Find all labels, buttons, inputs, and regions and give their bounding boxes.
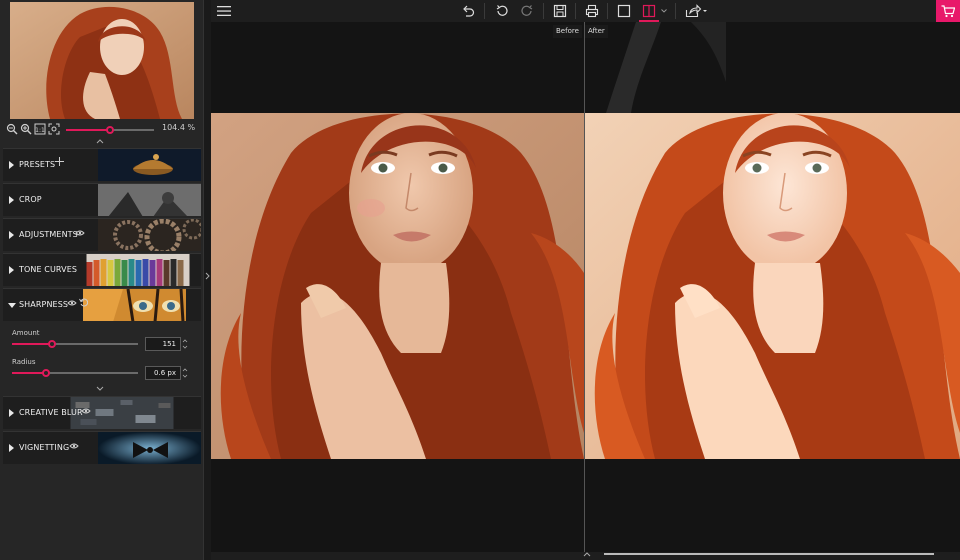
before-label: Before bbox=[553, 25, 582, 38]
section-expand-icon[interactable] bbox=[9, 266, 14, 274]
section-collapse-icon[interactable] bbox=[8, 303, 16, 308]
crop-thumbnail bbox=[98, 184, 201, 216]
single-view-icon bbox=[617, 4, 631, 18]
reset-icon[interactable] bbox=[79, 298, 89, 310]
amount-spinner[interactable] bbox=[182, 337, 188, 351]
actual-size-icon[interactable]: 1:1 bbox=[34, 123, 46, 135]
section-label: CREATIVE BLUR bbox=[19, 408, 83, 417]
section-tone-curves[interactable]: TONE CURVES bbox=[3, 253, 201, 286]
single-view-button[interactable] bbox=[614, 1, 634, 21]
section-expand-icon[interactable] bbox=[9, 231, 14, 239]
after-photo bbox=[585, 113, 960, 459]
save-button[interactable] bbox=[550, 1, 570, 21]
horizontal-scrollbar[interactable] bbox=[604, 553, 934, 555]
watermark bbox=[606, 22, 726, 113]
add-preset-icon[interactable] bbox=[55, 157, 64, 169]
menu-button[interactable] bbox=[214, 1, 234, 21]
toolbar-separator bbox=[543, 3, 544, 19]
redo-icon bbox=[521, 5, 533, 16]
section-sharpness[interactable]: SHARPNESS bbox=[3, 288, 201, 321]
split-view-button[interactable] bbox=[639, 1, 659, 21]
visibility-eye-icon[interactable] bbox=[81, 407, 91, 418]
chevron-down-icon[interactable] bbox=[96, 385, 104, 394]
zoom-out-icon[interactable] bbox=[6, 123, 18, 135]
section-label: ADJUSTMENTS bbox=[19, 230, 78, 239]
navigator-image bbox=[10, 2, 194, 119]
split-divider[interactable] bbox=[584, 22, 585, 552]
undo-icon bbox=[463, 5, 475, 17]
section-expand-icon[interactable] bbox=[9, 409, 14, 417]
cart-button[interactable] bbox=[936, 0, 960, 22]
section-label: SHARPNESS bbox=[19, 300, 69, 309]
amount-slider-fill bbox=[12, 343, 52, 345]
section-label: VIGNETTING bbox=[19, 443, 70, 452]
adjustments-thumbnail bbox=[98, 219, 201, 251]
section-expand-icon[interactable] bbox=[9, 444, 14, 452]
view-options-dropdown[interactable] bbox=[659, 1, 669, 21]
zoom-value: 104.4 % bbox=[162, 123, 196, 132]
section-label: PRESETS bbox=[19, 160, 56, 169]
toolbar-separator bbox=[675, 3, 676, 19]
section-crop[interactable]: CROP bbox=[3, 183, 201, 216]
undo-button[interactable] bbox=[458, 1, 478, 21]
bottom-scroll-area bbox=[211, 552, 960, 560]
svg-text:1:1: 1:1 bbox=[35, 127, 45, 134]
undo-icon bbox=[496, 5, 508, 16]
radius-spinner[interactable] bbox=[182, 366, 188, 380]
cart-icon bbox=[941, 4, 955, 17]
amount-slider-thumb[interactable] bbox=[48, 340, 56, 348]
zoom-bar: 1:1 104.4 % bbox=[0, 120, 203, 138]
collapse-navigator-icon[interactable] bbox=[96, 137, 104, 146]
amount-input[interactable]: 151 bbox=[145, 337, 181, 351]
print-icon bbox=[585, 4, 599, 18]
tone-curves-thumbnail bbox=[86, 254, 190, 286]
presets-thumbnail bbox=[98, 149, 201, 181]
before-photo bbox=[211, 113, 584, 459]
toolbar-separator bbox=[575, 3, 576, 19]
split-view-icon bbox=[642, 4, 656, 18]
redo-button[interactable] bbox=[517, 1, 537, 21]
radius-slider-thumb[interactable] bbox=[42, 369, 50, 377]
section-expand-icon[interactable] bbox=[9, 196, 14, 204]
fit-to-screen-icon[interactable] bbox=[48, 123, 60, 135]
step-back-button[interactable] bbox=[492, 1, 512, 21]
navigator-thumbnail[interactable] bbox=[10, 2, 194, 119]
zoom-slider-fill bbox=[66, 129, 110, 131]
print-button[interactable] bbox=[582, 1, 602, 21]
section-label: CROP bbox=[19, 195, 42, 204]
canvas[interactable]: Before After bbox=[211, 22, 960, 552]
chevron-up-icon[interactable] bbox=[583, 551, 591, 559]
sharpness-controls: Amount 151 Radius 0.6 px bbox=[0, 324, 203, 394]
amount-label: Amount bbox=[12, 329, 40, 337]
section-expand-icon[interactable] bbox=[9, 161, 14, 169]
hamburger-icon bbox=[217, 6, 231, 16]
section-presets[interactable]: PRESETS bbox=[3, 148, 201, 181]
toolbar-separator bbox=[484, 3, 485, 19]
zoom-in-icon[interactable] bbox=[20, 123, 32, 135]
panel-splitter[interactable] bbox=[203, 0, 211, 560]
section-vignetting[interactable]: VIGNETTING bbox=[3, 431, 201, 464]
radius-label: Radius bbox=[12, 358, 36, 366]
visibility-eye-icon[interactable] bbox=[69, 442, 79, 453]
toolbar-separator bbox=[607, 3, 608, 19]
before-image[interactable] bbox=[211, 113, 584, 459]
app-window: 1:1 104.4 % PRESETS CROP ADJUSTMENTS TON… bbox=[0, 0, 960, 560]
after-image[interactable] bbox=[585, 113, 960, 459]
radius-input[interactable]: 0.6 px bbox=[145, 366, 181, 380]
radius-slider-fill bbox=[12, 372, 46, 374]
section-creative-blur[interactable]: CREATIVE BLUR bbox=[3, 396, 201, 429]
chevron-down-icon bbox=[661, 9, 667, 13]
visibility-eye-icon[interactable] bbox=[75, 229, 85, 240]
after-label: After bbox=[585, 25, 608, 38]
zoom-slider-thumb[interactable] bbox=[106, 126, 114, 134]
left-panel: 1:1 104.4 % PRESETS CROP ADJUSTMENTS TON… bbox=[0, 0, 203, 560]
share-icon bbox=[685, 4, 707, 18]
vignetting-thumbnail bbox=[98, 432, 201, 464]
section-adjustments[interactable]: ADJUSTMENTS bbox=[3, 218, 201, 251]
visibility-eye-icon[interactable] bbox=[67, 299, 77, 310]
share-button[interactable] bbox=[683, 1, 709, 21]
toolbar bbox=[211, 0, 960, 22]
save-icon bbox=[553, 4, 567, 18]
section-label: TONE CURVES bbox=[19, 265, 78, 274]
